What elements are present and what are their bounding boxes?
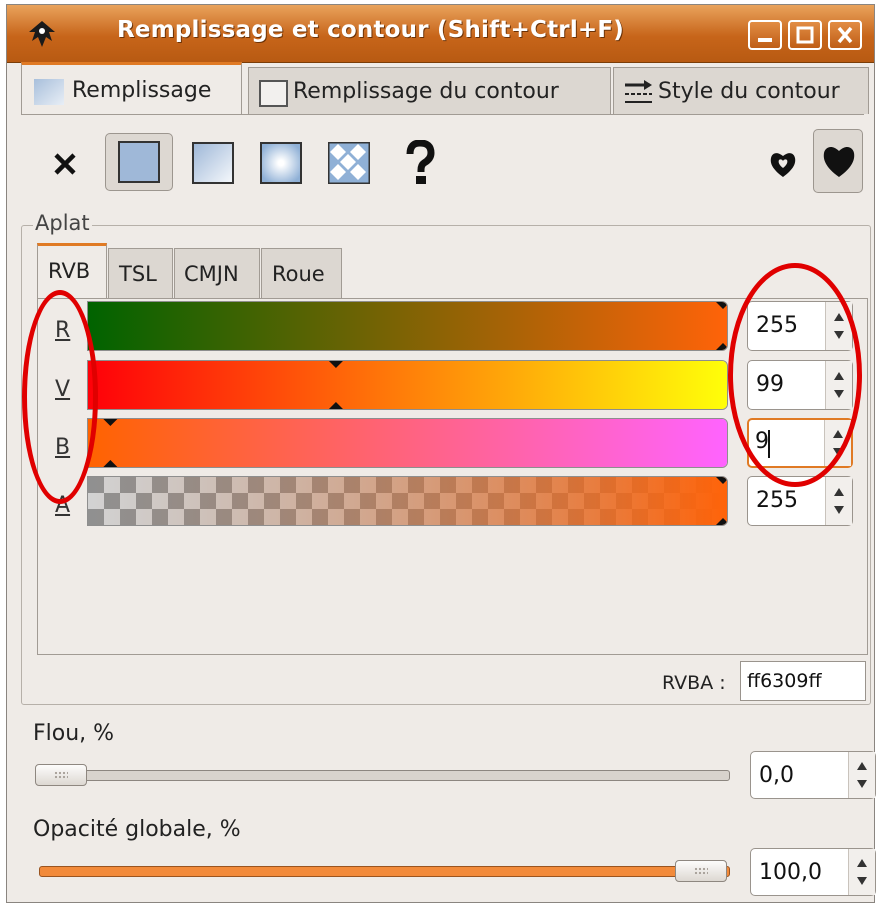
minimize-icon [758,38,772,42]
flat-color-icon [118,141,160,183]
slider-gradient [88,302,727,350]
blur-spin-arrows[interactable] [848,752,875,798]
tab-remplissage-contour[interactable]: Remplissage du contour [248,67,611,114]
spin-down-arrow-icon[interactable] [833,448,843,456]
blur-value: 0,0 [759,763,794,788]
channel-label-b: B [55,435,71,460]
spin-up-arrow-icon[interactable] [834,313,844,321]
blur-spin[interactable]: 0,0 [750,751,876,799]
close-icon [837,26,853,44]
evenodd-fill-rule-button[interactable] [756,138,808,188]
flat-color-button[interactable] [105,133,173,191]
spin-down-arrow-icon[interactable] [834,390,844,398]
tab-tsl[interactable]: TSL [108,248,173,298]
stroke-style-lines-icon [625,80,652,103]
opacity-spin-arrows[interactable] [848,849,875,895]
tab-cmjn-label: CMJN [184,262,239,286]
spin-up-arrow-icon[interactable] [857,762,867,770]
channel-label-r: R [55,318,71,343]
spin-a-value: 255 [756,488,798,513]
tab-remplissage-contour-label: Remplissage du contour [293,79,559,104]
spin-a-arrows[interactable] [825,477,852,525]
minimize-button[interactable] [748,20,782,50]
rvba-value: ff6309ff [747,670,822,692]
slider-v[interactable] [87,360,728,410]
linear-gradient-icon [192,142,234,184]
empty-stroke-swatch-icon [259,80,288,107]
close-button[interactable] [828,20,862,50]
slider-gradient [88,419,727,467]
tab-remplissage-label: Remplissage [72,78,212,103]
opacity-slider[interactable] [39,866,730,877]
evenodd-fill-rule-icon [770,153,796,177]
nonzero-fill-rule-icon [823,146,855,177]
spin-a[interactable]: 255 [747,476,853,526]
blur-slider-handle[interactable] [35,764,87,786]
slider-r[interactable] [87,301,728,351]
slider-b[interactable] [87,418,728,468]
spin-v-value: 99 [756,372,784,397]
spin-b[interactable]: 9 [747,418,853,468]
spin-v[interactable]: 99 [747,360,853,410]
text-cursor [768,430,770,458]
spin-up-arrow-icon[interactable] [834,372,844,380]
tab-style-contour[interactable]: Style du contour [613,67,869,114]
rvba-input[interactable]: ff6309ff [740,661,866,701]
fill-stroke-dialog: Remplissage et contour (Shift+Ctrl+F) Re… [6,4,876,903]
maximize-button[interactable] [788,20,822,50]
spin-down-arrow-icon[interactable] [857,780,867,788]
spin-v-arrows[interactable] [825,361,852,409]
title-bar[interactable]: Remplissage et contour (Shift+Ctrl+F) [7,5,874,63]
tab-cmjn[interactable]: CMJN [174,248,260,298]
spin-down-arrow-icon[interactable] [834,331,844,339]
tab-remplissage[interactable]: Remplissage [21,62,242,115]
tab-style-contour-label: Style du contour [658,79,840,104]
spin-up-arrow-icon[interactable] [833,430,843,438]
flat-fill-swatch-icon [34,79,64,105]
opacity-spin[interactable]: 100,0 [750,848,876,896]
pattern-button[interactable] [323,138,375,188]
spin-down-arrow-icon[interactable] [834,506,844,514]
nonzero-fill-rule-button[interactable] [813,129,863,193]
unset-paint-button[interactable] [393,138,445,188]
blur-slider[interactable] [39,770,730,781]
slider-gradient [88,477,727,525]
spin-r[interactable]: 255 [747,301,853,351]
spin-up-arrow-icon[interactable] [834,488,844,496]
no-paint-button[interactable] [39,138,91,188]
opacity-value: 100,0 [759,860,822,885]
linear-gradient-button[interactable] [187,138,239,188]
tab-tsl-label: TSL [119,262,157,286]
opacity-label: Opacité globale, % [33,817,241,842]
spin-r-value: 255 [756,313,798,338]
tab-rvb[interactable]: RVB [37,243,107,299]
blur-label: Flou, % [33,721,115,746]
tab-roue-label: Roue [272,262,325,286]
slider-a[interactable] [87,476,728,526]
channel-label-v: V [55,377,71,402]
question-mark-icon [406,140,435,184]
tab-rvb-label: RVB [48,259,91,283]
flat-frame-label: Aplat [33,211,92,235]
spin-down-arrow-icon[interactable] [857,877,867,885]
x-icon [54,153,76,175]
rvba-label: RVBA : [662,672,726,694]
channel-label-a: A [55,493,71,518]
pattern-icon [328,142,370,184]
spin-up-arrow-icon[interactable] [857,859,867,867]
tab-roue[interactable]: Roue [261,248,342,298]
radial-gradient-button[interactable] [255,138,307,188]
radial-gradient-icon [260,142,302,184]
spin-b-value: 9 [755,429,769,454]
slider-gradient [88,361,727,409]
opacity-slider-handle[interactable] [675,860,727,882]
inkscape-app-icon[interactable] [27,19,57,49]
spin-b-arrows[interactable] [824,420,851,466]
window-title: Remplissage et contour (Shift+Ctrl+F) [117,17,625,43]
spin-r-arrows[interactable] [825,302,852,350]
tab-panel-border [21,114,864,115]
maximize-icon [796,26,814,44]
